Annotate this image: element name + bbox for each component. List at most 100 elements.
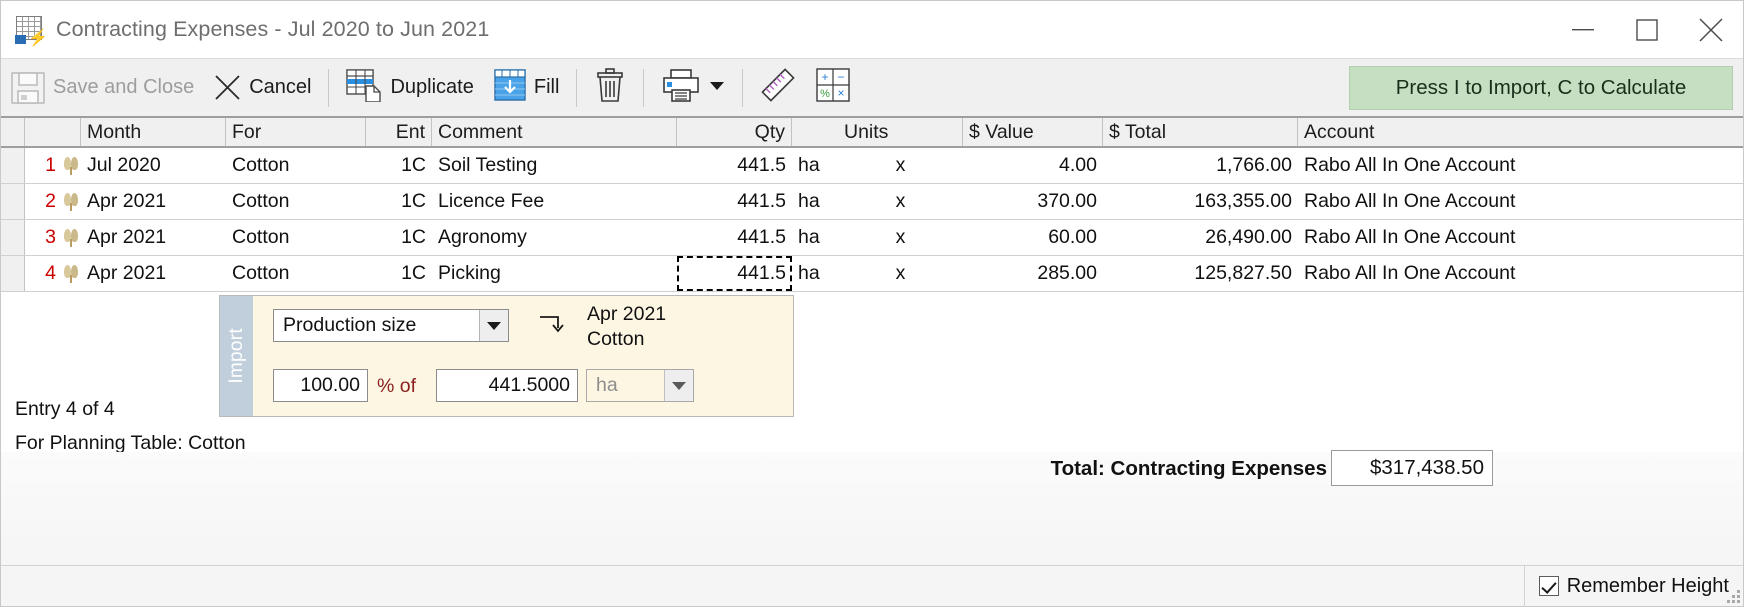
source-select-caret[interactable] xyxy=(479,310,508,341)
row-number: 3 xyxy=(45,226,56,248)
arrow-hook-icon xyxy=(538,314,564,336)
icon-blue-block xyxy=(15,34,26,44)
cell-value[interactable]: 4.00 xyxy=(963,148,1103,183)
cell-unit[interactable]: ha xyxy=(792,148,838,183)
print-button[interactable] xyxy=(651,59,735,117)
header-units[interactable]: Units xyxy=(838,118,963,146)
header-unit-spacer xyxy=(792,118,838,146)
import-reference: Apr 2021 Cotton xyxy=(587,302,666,352)
entry-counter: Entry 4 of 4 xyxy=(15,398,115,420)
cancel-button[interactable]: Cancel xyxy=(204,59,321,117)
svg-text:×: × xyxy=(838,86,845,100)
cell-qty[interactable]: 441.5 xyxy=(677,148,792,183)
fill-button[interactable]: Fill xyxy=(484,59,570,117)
window-title: Contracting Expenses - Jul 2020 to Jun 2… xyxy=(56,17,490,41)
row-select-cell[interactable] xyxy=(1,256,25,291)
header-qty[interactable]: Qty xyxy=(677,118,792,146)
table-row[interactable]: 3 Apr 2021 Cotton 1C Agronomy 441.5 ha x… xyxy=(1,220,1743,256)
header-ent[interactable]: Ent xyxy=(366,118,432,146)
svg-text:+: + xyxy=(822,70,829,84)
cell-month[interactable]: Apr 2021 xyxy=(81,184,226,219)
cell-operator: x xyxy=(895,226,906,248)
save-icon xyxy=(11,71,45,104)
cell-value[interactable]: 285.00 xyxy=(963,256,1103,291)
cell-ent[interactable]: 1C xyxy=(366,184,432,219)
remember-height-control[interactable]: Remember Height xyxy=(1525,566,1743,607)
cell-ent[interactable]: 1C xyxy=(366,256,432,291)
cell-account[interactable]: Rabo All In One Account xyxy=(1298,256,1743,291)
cell-for[interactable]: Cotton xyxy=(226,220,366,255)
import-tab[interactable]: Import xyxy=(220,296,253,416)
row-select-cell[interactable] xyxy=(1,148,25,183)
source-select-value: Production size xyxy=(283,314,417,336)
header-account[interactable]: Account xyxy=(1298,118,1743,146)
minimize-button[interactable] xyxy=(1551,1,1615,58)
cancel-label: Cancel xyxy=(249,76,312,98)
cell-account[interactable]: Rabo All In One Account xyxy=(1298,220,1743,255)
table-row[interactable]: 4 Apr 2021 Cotton 1C Picking 441.5 ha x … xyxy=(1,256,1743,292)
cell-account[interactable]: Rabo All In One Account xyxy=(1298,148,1743,183)
cell-month[interactable]: Apr 2021 xyxy=(81,220,226,255)
table-row[interactable]: 1 Jul 2020 Cotton 1C Soil Testing 441.5 … xyxy=(1,148,1743,184)
row-select-cell[interactable] xyxy=(1,220,25,255)
cell-month[interactable]: Jul 2020 xyxy=(81,148,226,183)
header-month[interactable]: Month xyxy=(81,118,226,146)
press-to-import-banner[interactable]: Press I to Import, C to Calculate xyxy=(1349,66,1733,110)
row-select-cell[interactable] xyxy=(1,184,25,219)
window-controls xyxy=(1551,1,1743,58)
printer-icon xyxy=(661,68,701,107)
table-row[interactable]: 2 Apr 2021 Cotton 1C Licence Fee 441.5 h… xyxy=(1,184,1743,220)
header-icon-col xyxy=(57,118,81,146)
cell-for[interactable]: Cotton xyxy=(226,256,366,291)
cell-comment[interactable]: Agronomy xyxy=(432,220,677,255)
import-panel-body: Production size Apr 2021 Cotton 100.00 %… xyxy=(253,296,793,416)
toolbar-divider-2 xyxy=(576,68,578,107)
print-dropdown-caret[interactable] xyxy=(709,79,725,97)
header-for[interactable]: For xyxy=(226,118,366,146)
unit-select[interactable]: ha xyxy=(586,369,694,402)
cell-value[interactable]: 370.00 xyxy=(963,184,1103,219)
cell-ent[interactable]: 1C xyxy=(366,220,432,255)
header-value[interactable]: $ Value xyxy=(963,118,1103,146)
cell-for[interactable]: Cotton xyxy=(226,184,366,219)
duplicate-button[interactable]: Duplicate xyxy=(336,59,483,117)
cell-for[interactable]: Cotton xyxy=(226,148,366,183)
cell-operator: x xyxy=(895,154,906,176)
calculate-button[interactable]: + − % × xyxy=(806,59,860,117)
svg-text:−: − xyxy=(838,70,845,84)
delete-button[interactable] xyxy=(584,59,636,117)
header-total[interactable]: $ Total xyxy=(1103,118,1298,146)
cell-account[interactable]: Rabo All In One Account xyxy=(1298,184,1743,219)
cell-unit[interactable]: ha xyxy=(792,184,838,219)
cell-ent[interactable]: 1C xyxy=(366,148,432,183)
unit-select-caret[interactable] xyxy=(664,370,693,401)
cell-comment[interactable]: Picking xyxy=(432,256,677,291)
cell-qty[interactable]: 441.5 xyxy=(677,184,792,219)
calculator-icon: + − % × xyxy=(816,68,851,107)
remember-height-checkbox[interactable] xyxy=(1538,576,1559,596)
maximize-button[interactable] xyxy=(1615,1,1679,58)
close-button[interactable] xyxy=(1679,1,1743,58)
cell-unit[interactable]: ha xyxy=(792,220,838,255)
header-comment[interactable]: Comment xyxy=(432,118,677,146)
cell-qty[interactable]: 441.5 xyxy=(677,220,792,255)
cell-qty-focused[interactable]: 441.5 xyxy=(677,256,792,291)
percent-of-label: % of xyxy=(377,375,417,397)
measure-button[interactable] xyxy=(750,59,806,117)
cell-value[interactable]: 60.00 xyxy=(963,220,1103,255)
cell-unit[interactable]: ha xyxy=(792,256,838,291)
cell-month[interactable]: Apr 2021 xyxy=(81,256,226,291)
source-select[interactable]: Production size xyxy=(273,309,509,342)
resize-grip[interactable] xyxy=(1726,589,1740,603)
cell-comment[interactable]: Licence Fee xyxy=(432,184,677,219)
percent-input[interactable]: 100.00 xyxy=(273,369,368,402)
remember-height-label: Remember Height xyxy=(1566,574,1729,597)
cell-operator: x xyxy=(895,262,906,284)
lightning-icon: ⚡ xyxy=(28,29,48,47)
cell-total: 163,355.00 xyxy=(1194,190,1292,212)
cell-total: 26,490.00 xyxy=(1205,226,1292,248)
ruler-icon xyxy=(760,67,796,108)
cell-comment[interactable]: Soil Testing xyxy=(432,148,677,183)
quantity-input[interactable]: 441.5000 xyxy=(436,369,578,402)
save-and-close-button[interactable]: Save and Close xyxy=(1,59,204,117)
